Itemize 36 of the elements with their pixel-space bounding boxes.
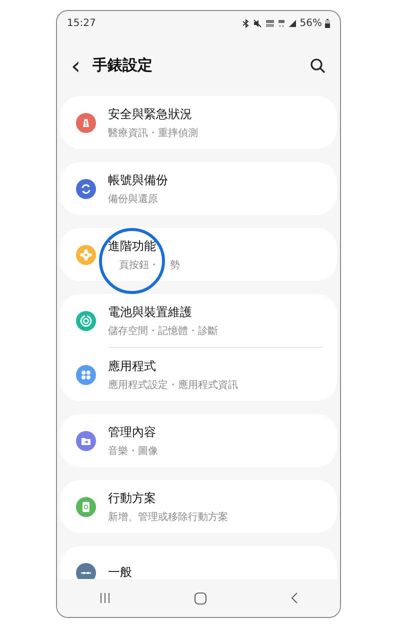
settings-item[interactable]: 安全與緊急狀況 醫療資訊・重摔偵測	[60, 96, 337, 149]
back-button[interactable]: ‹	[71, 54, 81, 78]
item-title: 進階功能	[108, 238, 157, 254]
back-nav-icon[interactable]	[290, 592, 298, 604]
item-title: 帳號與備份	[108, 172, 168, 188]
signal-icon	[288, 19, 297, 28]
item-title: 應用程式	[108, 358, 157, 374]
item-title: 安全與緊急狀況	[108, 106, 193, 122]
settings-item[interactable]: 帳號與備份 備份與還原	[60, 162, 337, 215]
item-subtitle: 應用程式設定・應用程式資訊	[108, 378, 238, 392]
clock-time: 15:27	[67, 18, 96, 29]
battery-icon	[325, 19, 330, 28]
settings-item[interactable]: 進階功能 頁按鈕・ 勢	[60, 228, 337, 281]
screen-title: 手錶設定	[92, 56, 154, 75]
item-subtitle: 頁按鈕・	[119, 258, 159, 272]
settings-item[interactable]: 一般	[60, 546, 337, 579]
item-subtitle: 勢	[170, 258, 180, 272]
item-title: 一般	[108, 564, 132, 579]
settings-item[interactable]: 應用程式 應用程式設定・應用程式資訊	[60, 348, 337, 401]
item-title: 電池與裝置維護	[108, 304, 193, 320]
item-subtitle: 新增、管理或移除行動方案	[108, 510, 228, 524]
item-title: 管理內容	[108, 424, 157, 440]
battery-level: 56%	[300, 18, 322, 29]
item-subtitle: 儲存空間・記憶體・診斷	[108, 324, 218, 338]
mute-icon	[252, 19, 262, 28]
item-subtitle: 備份與還原	[108, 192, 159, 206]
home-icon[interactable]	[194, 592, 207, 604]
item-title: 行動方案	[108, 490, 157, 506]
settings-item[interactable]: 電池與裝置維護 儲存空間・記憶體・診斷	[60, 294, 337, 347]
bluetooth-icon	[242, 19, 250, 28]
item-subtitle: 音樂・圖像	[108, 444, 158, 458]
settings-item[interactable]: 管理內容 音樂・圖像	[60, 414, 337, 467]
item-subtitle: 醫療資訊・重摔偵測	[108, 126, 198, 140]
recents-icon[interactable]	[98, 592, 111, 604]
settings-item[interactable]: 行動方案 新增、管理或移除行動方案	[60, 480, 337, 533]
search-icon[interactable]	[310, 58, 326, 74]
